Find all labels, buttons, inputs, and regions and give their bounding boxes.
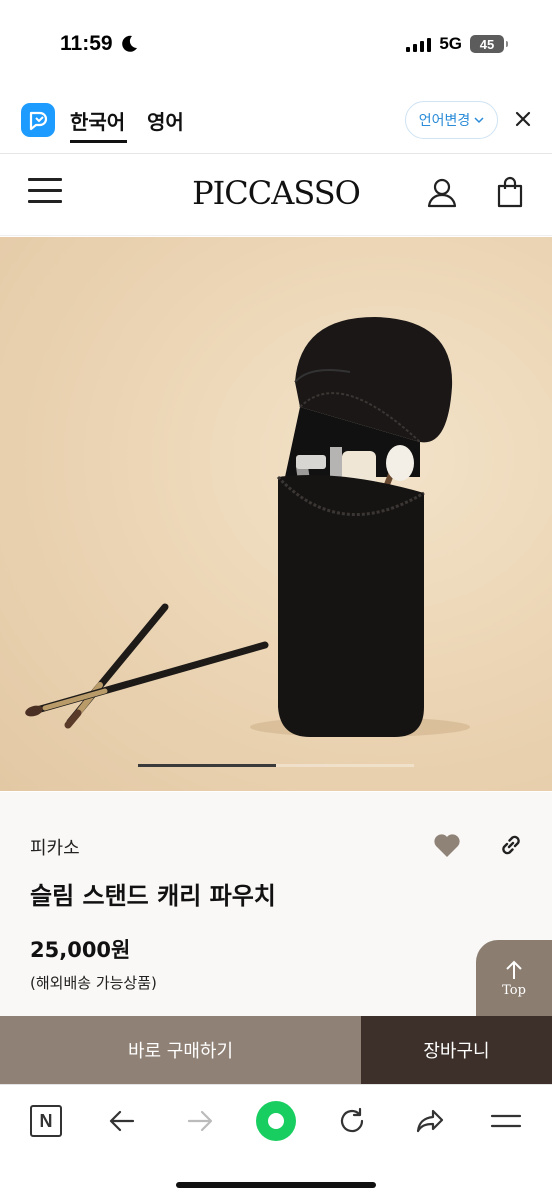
buy-now-label: 바로 구매하기	[127, 1041, 234, 1062]
tab-english[interactable]: 영어	[147, 106, 184, 135]
signal-icon	[406, 36, 432, 52]
reload-icon[interactable]	[336, 1105, 368, 1137]
share-icon[interactable]	[414, 1105, 446, 1137]
naver-n-icon[interactable]: N	[30, 1105, 62, 1137]
product-price: 25,000원	[30, 938, 131, 962]
buy-now-button[interactable]: 바로 구매하기	[0, 1016, 361, 1084]
status-time: 11:59	[60, 32, 139, 56]
link-icon[interactable]	[498, 832, 524, 858]
change-language-label: 언어변경	[418, 113, 471, 129]
site-header: PICCASSO	[0, 154, 552, 236]
cart-label: 장바구니	[423, 1041, 490, 1062]
back-arrow-icon[interactable]	[106, 1105, 138, 1137]
close-icon[interactable]	[512, 108, 534, 130]
status-indicators: 5G 45	[406, 34, 508, 54]
product-title: 슬림 스탠드 캐리 파우치	[30, 882, 276, 910]
battery-icon: 45	[470, 35, 508, 53]
scroll-top-button[interactable]: Top	[476, 940, 552, 1016]
product-brand[interactable]: 피카소	[30, 834, 80, 860]
shopping-bag-icon[interactable]	[496, 175, 524, 209]
image-slider-indicator	[138, 764, 414, 767]
shipping-note: (해외배송 가능상품)	[30, 974, 157, 992]
change-language-button[interactable]: 언어변경	[405, 101, 498, 139]
product-photo-illustration	[25, 317, 470, 737]
network-type: 5G	[439, 34, 462, 53]
translate-bar: 한국어 영어 언어변경	[0, 92, 552, 154]
tab-korean[interactable]: 한국어	[70, 106, 125, 135]
battery-level: 45	[479, 36, 495, 52]
top-label: Top	[502, 982, 526, 998]
product-info: 피카소 슬림 스탠드 캐리 파우치 25,000원 (해외배송 가능상품)	[0, 792, 552, 1016]
heart-icon[interactable]	[433, 832, 461, 858]
add-to-cart-button[interactable]: 장바구니	[361, 1016, 552, 1084]
user-icon[interactable]	[426, 176, 458, 208]
forward-arrow-icon[interactable]	[184, 1105, 216, 1137]
papago-logo-icon	[21, 103, 55, 137]
chevron-down-icon	[474, 117, 484, 124]
slider-progress	[138, 764, 276, 767]
status-bar: 11:59 5G 45	[0, 0, 552, 92]
green-home-icon[interactable]	[254, 1099, 298, 1143]
menu-icon[interactable]	[490, 1105, 522, 1137]
active-tab-underline	[70, 140, 127, 143]
home-indicator	[176, 1182, 376, 1188]
clock-text: 11:59	[60, 32, 113, 55]
moon-icon	[121, 35, 137, 52]
product-image[interactable]	[0, 237, 552, 791]
brand-logo[interactable]: PICCASSO	[0, 174, 552, 212]
arrow-up-icon	[506, 960, 522, 979]
